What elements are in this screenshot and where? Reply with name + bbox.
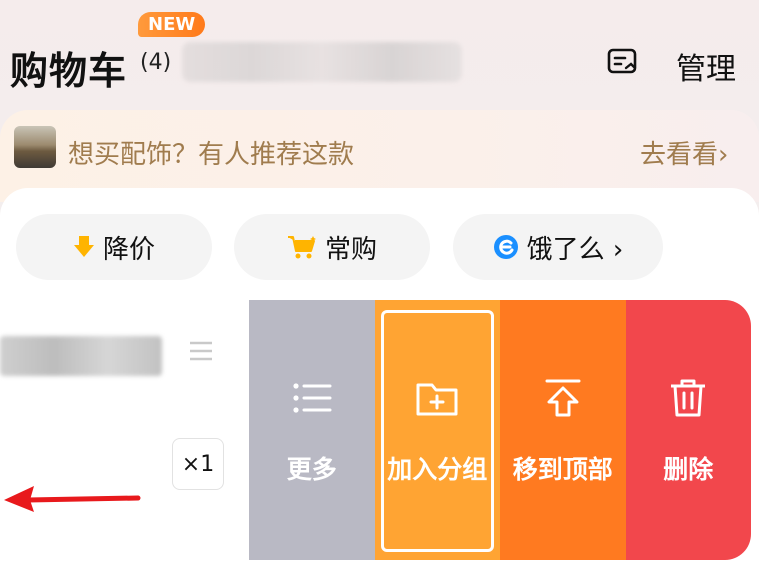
list-icon xyxy=(293,383,332,413)
shopping-cart-icon xyxy=(287,236,316,259)
filter-chip-label: 常购 xyxy=(324,234,377,265)
more-button[interactable]: 更多 xyxy=(249,300,375,560)
price-drop-arrow-icon xyxy=(73,236,94,257)
trash-icon xyxy=(671,379,706,417)
blurred-address[interactable] xyxy=(182,42,462,82)
promo-thumbnail[interactable] xyxy=(14,126,56,168)
drag-handle-icon[interactable] xyxy=(188,340,214,362)
cart-count: (4) xyxy=(140,50,172,75)
filter-chip-price-drop[interactable]: 降价 xyxy=(16,214,212,280)
move-to-top-icon xyxy=(545,379,581,417)
selection-frame xyxy=(380,310,494,552)
delete-button[interactable]: 删除 xyxy=(625,300,751,560)
manage-button[interactable]: 管理 xyxy=(676,44,736,88)
filter-chip-label: 降价 xyxy=(102,234,155,265)
filter-chip-frequent[interactable]: 常购 xyxy=(234,214,430,280)
promo-text[interactable]: 想买配饰？有人推荐这款 xyxy=(68,134,354,171)
move-to-top-label: 移到顶部 xyxy=(512,455,613,484)
page-title: 购物车 xyxy=(10,49,128,93)
move-to-top-button[interactable]: 移到顶部 xyxy=(500,300,626,560)
blurred-item-name[interactable] xyxy=(0,336,162,376)
add-to-group-button[interactable]: 加入分组 xyxy=(374,300,500,560)
eleme-logo-icon xyxy=(493,235,518,259)
quantity-badge[interactable]: ×1 xyxy=(172,438,224,490)
more-label: 更多 xyxy=(286,455,337,484)
filter-chip-eleme[interactable]: 饿了么 › xyxy=(453,214,663,280)
red-arrow-annotation xyxy=(4,486,141,512)
new-badge: NEW xyxy=(138,12,206,37)
receipt-icon[interactable] xyxy=(606,46,638,78)
swipe-actions: 更多 加入分组 移到顶部 删除 xyxy=(249,300,751,560)
filter-chip-label: 饿了么 › xyxy=(526,234,624,265)
delete-label: 删除 xyxy=(663,455,714,484)
promo-link[interactable]: 去看看› xyxy=(640,134,728,171)
